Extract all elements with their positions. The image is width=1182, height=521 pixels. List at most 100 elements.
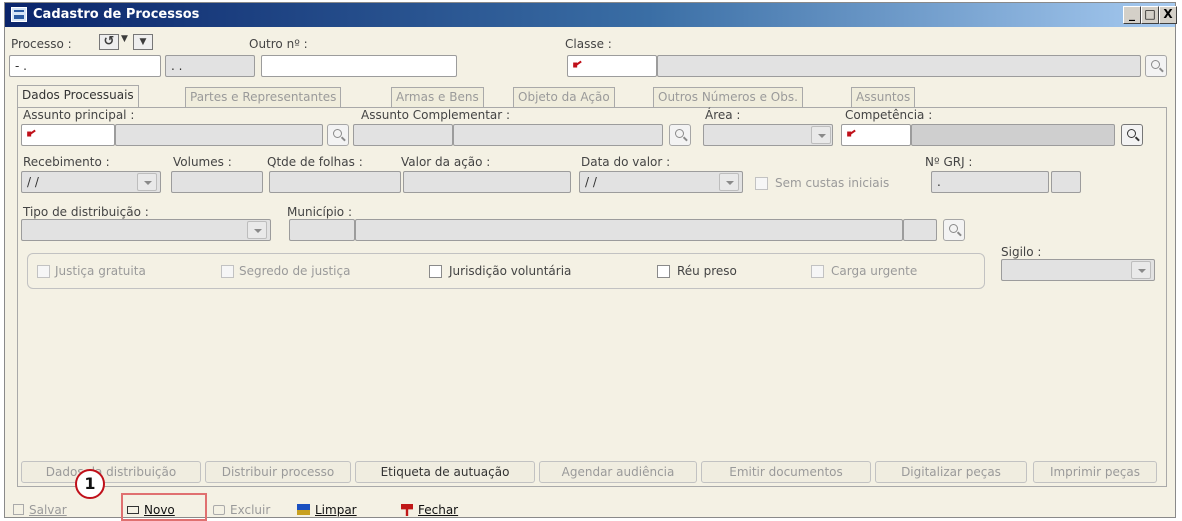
segredo-justica-checkbox[interactable]	[221, 265, 234, 278]
assunto-principal-label: Assunto principal :	[23, 108, 135, 122]
carga-urgente-checkbox[interactable]	[811, 265, 824, 278]
valor-acao-input[interactable]	[403, 171, 571, 193]
jurisdicao-voluntaria-label: Jurisdição voluntária	[449, 264, 572, 278]
competencia-search-button[interactable]	[1121, 124, 1143, 146]
salvar-button[interactable]: Salvar	[13, 503, 67, 517]
classe-description-input[interactable]	[657, 55, 1141, 77]
assunto-complementar-label: Assunto Complementar :	[361, 108, 511, 122]
assunto-complementar-description-input[interactable]	[453, 124, 663, 146]
tipo-distribuicao-label: Tipo de distribuição :	[23, 205, 149, 219]
magnifier-icon	[675, 129, 684, 138]
title-bar: Cadastro de Processos _ □ X	[5, 3, 1177, 27]
required-mark-icon	[27, 129, 36, 137]
justica-gratuita-checkbox[interactable]	[37, 265, 50, 278]
refresh-dropdown-icon[interactable]: ▼	[121, 34, 128, 44]
tab-armas-bens[interactable]: Armas e Bens	[391, 87, 484, 107]
step-callout: 1	[75, 469, 105, 499]
municipio-code-input[interactable]	[289, 219, 355, 241]
grj-label: Nº GRJ :	[925, 155, 973, 169]
reu-preso-checkbox[interactable]	[657, 265, 670, 278]
sem-custas-label: Sem custas iniciais	[775, 176, 890, 190]
fechar-button[interactable]: Fechar	[401, 503, 458, 517]
close-button[interactable]: X	[1159, 6, 1177, 24]
excluir-label: Excluir	[230, 503, 271, 517]
tab-assuntos[interactable]: Assuntos	[851, 87, 916, 107]
assunto-principal-description-input[interactable]	[115, 124, 323, 146]
area-label: Área :	[705, 108, 741, 122]
tab-outros-numeros[interactable]: Outros Números e Obs.	[653, 87, 803, 107]
reu-preso-label: Réu preso	[677, 264, 737, 278]
classe-code-input[interactable]	[567, 55, 657, 77]
outro-numero-input[interactable]	[261, 55, 457, 77]
grj-digit-input[interactable]	[1051, 171, 1081, 193]
classe-search-button[interactable]	[1145, 55, 1167, 77]
broom-icon	[297, 504, 310, 515]
limpar-button[interactable]: Limpar	[297, 503, 357, 517]
municipio-search-button[interactable]	[943, 219, 965, 241]
assunto-principal-code-input[interactable]	[21, 124, 115, 146]
municipio-extra-input[interactable]	[903, 219, 937, 241]
qtde-folhas-label: Qtde de folhas :	[267, 155, 363, 169]
etiqueta-autuacao-button[interactable]: Etiqueta de autuação	[355, 461, 535, 483]
magnifier-icon	[1127, 129, 1136, 138]
sigilo-dropdown-icon[interactable]	[1131, 261, 1151, 279]
magnifier-icon	[1151, 60, 1160, 69]
segredo-justica-label: Segredo de justiça	[239, 264, 351, 278]
jurisdicao-voluntaria-checkbox[interactable]	[429, 265, 442, 278]
processo-label: Processo :	[11, 37, 72, 51]
competencia-code-input[interactable]	[841, 124, 911, 146]
data-valor-calendar-dropdown-icon[interactable]	[719, 173, 739, 191]
processo-suffix-input[interactable]: . .	[165, 55, 255, 77]
maximize-button[interactable]: □	[1141, 6, 1159, 24]
tab-dados-processuais[interactable]: Dados Processuais	[17, 85, 139, 108]
justica-gratuita-label: Justiça gratuita	[55, 264, 146, 278]
area-dropdown-icon[interactable]	[811, 126, 831, 144]
outro-numero-label: Outro nº :	[249, 37, 308, 51]
tipo-distribuicao-select[interactable]	[21, 219, 271, 241]
municipio-label: Município :	[287, 205, 352, 219]
excluir-button[interactable]: Excluir	[213, 503, 270, 517]
main-window: Cadastro de Processos _ □ X Processo : ↺…	[4, 2, 1177, 521]
app-icon	[11, 7, 27, 22]
digitalizar-pecas-button[interactable]: Digitalizar peças	[875, 461, 1027, 483]
recebimento-label: Recebimento :	[23, 155, 110, 169]
fechar-label: Fechar	[418, 503, 459, 517]
volumes-input[interactable]	[171, 171, 263, 193]
magnifier-icon	[333, 129, 342, 138]
volumes-label: Volumes :	[173, 155, 232, 169]
classe-label: Classe :	[565, 37, 612, 51]
sigilo-label: Sigilo :	[1001, 245, 1042, 259]
agendar-audiencia-button[interactable]: Agendar audiência	[539, 461, 697, 483]
assunto-complementar-code-input[interactable]	[353, 124, 453, 146]
data-valor-label: Data do valor :	[581, 155, 671, 169]
distribuir-processo-button[interactable]: Distribuir processo	[205, 461, 351, 483]
tab-partes-representantes[interactable]: Partes e Representantes	[185, 87, 342, 107]
required-mark-icon	[847, 129, 856, 137]
emitir-documentos-button[interactable]: Emitir documentos	[701, 461, 871, 483]
municipio-description-input[interactable]	[355, 219, 903, 241]
save-icon	[13, 504, 24, 515]
competencia-description-input[interactable]	[911, 124, 1115, 146]
qtde-folhas-input[interactable]	[269, 171, 401, 193]
tab-objeto-acao[interactable]: Objeto da Ação	[513, 87, 615, 107]
processo-options-icon[interactable]: ▼	[133, 34, 153, 50]
novo-highlight-box	[121, 493, 207, 521]
grj-input[interactable]: .	[931, 171, 1049, 193]
imprimir-pecas-button[interactable]: Imprimir peças	[1033, 461, 1157, 483]
recebimento-calendar-dropdown-icon[interactable]	[137, 173, 157, 191]
delete-icon	[213, 505, 225, 515]
competencia-label: Competência :	[845, 108, 933, 122]
assunto-principal-search-button[interactable]	[327, 124, 349, 146]
minimize-button[interactable]: _	[1123, 6, 1141, 24]
refresh-icon[interactable]: ↺	[99, 34, 119, 50]
valor-acao-label: Valor da ação :	[401, 155, 491, 169]
tipo-distribuicao-dropdown-icon[interactable]	[247, 221, 267, 239]
salvar-label: Salvar	[29, 503, 67, 517]
assunto-complementar-search-button[interactable]	[669, 124, 691, 146]
required-mark-icon	[573, 60, 582, 68]
window-title: Cadastro de Processos	[33, 7, 200, 22]
sem-custas-checkbox[interactable]	[755, 177, 768, 190]
dados-distribuicao-button[interactable]: Dados da distribuição	[21, 461, 201, 483]
carga-urgente-label: Carga urgente	[831, 264, 918, 278]
processo-input[interactable]: - .	[9, 55, 161, 77]
